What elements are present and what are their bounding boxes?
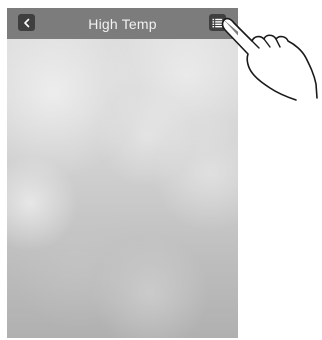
phone-screen: High Temp — [7, 8, 238, 338]
hand-pointer-icon — [221, 17, 318, 101]
chevron-left-icon — [23, 18, 29, 27]
top-bar: High Temp — [7, 8, 238, 39]
blurred-background-content — [7, 39, 238, 338]
back-button[interactable] — [18, 14, 35, 31]
page-title: High Temp — [88, 15, 157, 32]
